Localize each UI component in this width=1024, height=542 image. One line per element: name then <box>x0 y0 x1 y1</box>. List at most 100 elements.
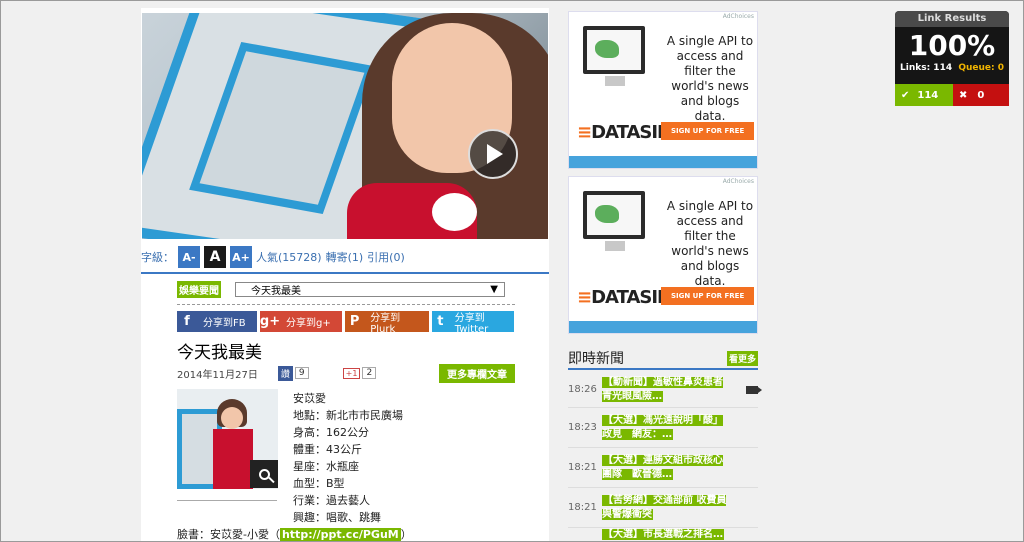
plurk-icon: P <box>349 314 360 329</box>
monitor-illustration <box>583 191 645 251</box>
news-headline[interactable]: 【大選】連勝文組市政核心團隊 歐晉德… <box>602 454 728 482</box>
gplus-count: 2 <box>362 367 377 379</box>
news-more-link[interactable]: 看更多 <box>726 350 758 366</box>
news-headline[interactable]: 【大選】市長選戰之排名… <box>602 528 728 542</box>
article-photo[interactable] <box>177 389 278 489</box>
ad-text: A single API to access and filter the wo… <box>666 34 754 123</box>
news-headline[interactable]: 【大選】馮光遠說明「酸」政見 網友：… <box>602 414 728 442</box>
news-headline[interactable]: 【苦勞網】交通部前 收費員與警爆衝突 <box>602 494 728 522</box>
broken-count: 0 <box>977 89 985 101</box>
broken-link-icon: ✖ <box>959 89 968 101</box>
profile-occupation: 行業：過去藝人 <box>293 494 370 507</box>
ad-footer-bar <box>569 321 757 333</box>
queue-count: Queue: 0 <box>958 63 1004 73</box>
news-heading: 即時新聞 <box>568 351 624 367</box>
profile-weight: 體重：43公斤 <box>293 443 362 456</box>
news-time: 18:21 <box>568 502 597 513</box>
twitter-icon: t <box>437 314 444 329</box>
popularity-link[interactable]: 人氣(15728) <box>256 249 322 265</box>
video-camera-icon <box>746 385 762 394</box>
profile-name: 安苡愛 <box>293 392 326 405</box>
font-smaller-button[interactable]: A- <box>178 246 200 268</box>
video-player[interactable] <box>142 13 548 239</box>
share-twitter-button[interactable]: t 分享到Twitter <box>432 311 514 335</box>
google-plus-icon: g+ <box>259 314 281 329</box>
news-item[interactable]: 18:21 【苦勞網】交通部前 收費員與警爆衝突 <box>568 488 758 528</box>
news-time: 18:26 <box>568 384 597 395</box>
facebook-end: ） <box>400 528 412 541</box>
ad-banner-1[interactable]: AdChoices A single API to access and fil… <box>568 11 758 169</box>
realtime-news-header: 即時新聞 看更多 <box>568 348 758 370</box>
font-larger-button[interactable]: A+ <box>230 246 252 268</box>
facebook-link[interactable]: http://ppt.cc/PGuM <box>279 528 401 541</box>
article-select-value: 今天我最美 <box>251 286 301 297</box>
category-tag[interactable]: 娛樂要聞 <box>177 281 221 298</box>
zoom-button[interactable] <box>250 460 278 488</box>
news-item[interactable]: 18:21 【大選】連勝文組市政核心團隊 歐晉德… <box>568 448 758 488</box>
share-fb-button[interactable]: f 分享到FB <box>177 311 257 332</box>
news-headline[interactable]: 【動新聞】過敏性鼻炎患者青光眼風險… <box>602 376 728 404</box>
play-button[interactable] <box>468 129 518 179</box>
profile-height: 身高：162公分 <box>293 426 369 439</box>
photo-figure-face <box>221 407 243 429</box>
link-results-header: Link Results <box>895 11 1009 27</box>
font-size-label: 字級： <box>141 251 174 264</box>
profile-location: 地點：新北市市民廣場 <box>293 409 403 422</box>
adchoices-label[interactable]: AdChoices <box>723 13 754 20</box>
article-title: 今天我最美 <box>177 343 262 363</box>
ok-count: 114 <box>917 89 939 101</box>
more-columns-button[interactable]: 更多專欄文章 <box>439 363 515 383</box>
ad-text: A single API to access and filter the wo… <box>666 199 754 288</box>
photo-underline <box>177 500 277 501</box>
video-figure-fur <box>432 193 477 231</box>
share-twitter-label: 分享到Twitter <box>454 312 489 335</box>
citation-link[interactable]: 引用(0) <box>367 249 405 265</box>
broken-links-button[interactable]: ✖ 0 <box>953 84 1009 106</box>
share-gplus-label: 分享到g+ <box>286 318 331 329</box>
share-gplus-button[interactable]: g+ 分享到g+ <box>260 311 342 332</box>
article-meta: 2014年11月27日 讚 9 +1 2 更多專欄文章 <box>177 363 515 383</box>
font-size-bar: 字級： A- A A+ 人氣(15728) 轉寄(1) 引用(0) <box>141 246 405 268</box>
link-results-stats: Links: 114 Queue: 0 <box>895 63 1009 73</box>
facebook-icon: f <box>184 314 190 329</box>
link-results-percent: 100% <box>908 29 996 62</box>
ok-links-button[interactable]: ✔ 114 <box>895 84 953 106</box>
link-results-widget: Link Results 100% Links: 114 Queue: 0 ✔ … <box>895 11 1009 106</box>
play-icon <box>487 144 503 164</box>
article-date: 2014年11月27日 <box>177 369 258 381</box>
article-select[interactable]: 今天我最美 ▼ <box>235 282 505 297</box>
chevron-down-icon: ▼ <box>490 284 498 295</box>
fb-like-count: 9 <box>294 367 309 379</box>
profile-info: 安苡愛 地點：新北市市民廣場 身高：162公分 體重：43公斤 星座：水瓶座 血… <box>293 390 403 526</box>
gplus-button[interactable]: +1 <box>342 367 361 379</box>
fb-like-widget[interactable]: 讚 9 <box>277 365 309 381</box>
link-status-bar: ✔ 114 ✖ 0 <box>895 84 1009 106</box>
ad-banner-2[interactable]: AdChoices A single API to access and fil… <box>568 176 758 334</box>
font-normal-button[interactable]: A <box>204 246 226 268</box>
share-plurk-label: 分享到Plurk <box>370 312 401 335</box>
fb-like-button[interactable]: 讚 <box>277 365 293 381</box>
profile-zodiac: 星座：水瓶座 <box>293 460 359 473</box>
news-time: 18:23 <box>568 422 597 433</box>
news-time: 18:21 <box>568 462 597 473</box>
news-item[interactable]: 【大選】市長選戰之排名… <box>568 528 758 542</box>
share-bar: f 分享到FB g+ 分享到g+ P 分享到Plurk t 分享到Twitter <box>177 311 515 335</box>
profile-blood-type: 血型：B型 <box>293 477 345 490</box>
ad-footer-bar <box>569 156 757 168</box>
category-row: 娛樂要聞 今天我最美 ▼ <box>177 281 515 298</box>
facebook-line: 臉書：安苡愛-小愛（ http://ppt.cc/PGuM） <box>177 526 412 542</box>
links-count: Links: 114 <box>900 63 953 73</box>
adchoices-label[interactable]: AdChoices <box>723 178 754 185</box>
repost-link[interactable]: 轉寄(1) <box>326 249 364 265</box>
facebook-label: 臉書：安苡愛-小愛（ <box>177 528 280 541</box>
gplus-widget[interactable]: +1 2 <box>329 367 377 379</box>
news-item[interactable]: 18:23 【大選】馮光遠說明「酸」政見 網友：… <box>568 408 758 448</box>
check-icon: ✔ <box>901 89 910 101</box>
ad-signup-button[interactable]: SIGN UP FOR FREE <box>661 287 755 305</box>
profile-hobbies: 興趣：唱歌、跳舞 <box>293 511 381 524</box>
share-plurk-button[interactable]: P 分享到Plurk <box>345 311 429 335</box>
news-item[interactable]: 18:26 【動新聞】過敏性鼻炎患者青光眼風險… <box>568 372 762 408</box>
divider <box>141 272 549 274</box>
share-fb-label: 分享到FB <box>203 318 246 329</box>
ad-signup-button[interactable]: SIGN UP FOR FREE <box>661 122 755 140</box>
